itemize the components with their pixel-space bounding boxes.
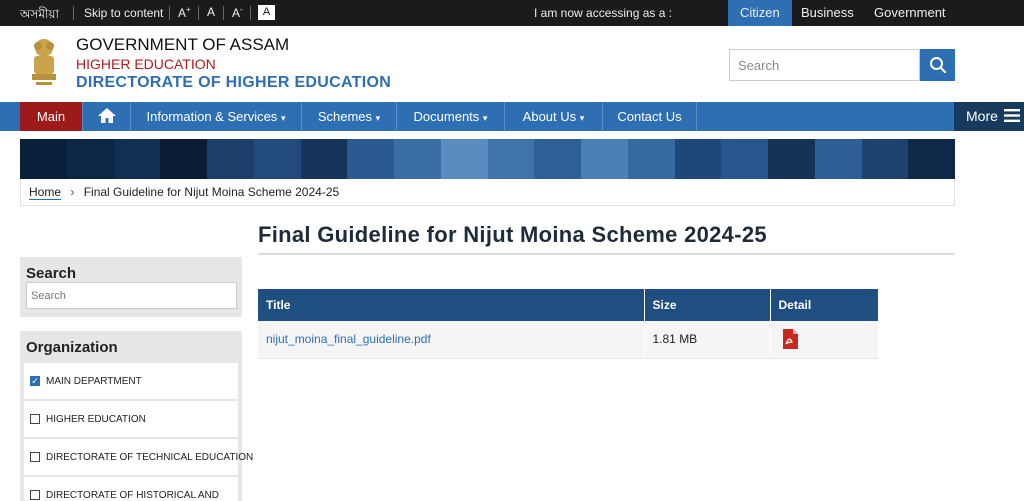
chevron-right-icon: › [70, 185, 75, 199]
checkbox[interactable] [30, 452, 40, 462]
state-emblem-icon[interactable] [24, 34, 64, 94]
divider [250, 6, 251, 20]
high-contrast-button[interactable]: A [258, 5, 275, 20]
nav-label: Schemes [317, 109, 373, 124]
hamburger-menu-icon [1003, 109, 1020, 122]
column-header-title: Title [258, 289, 645, 321]
divider [73, 6, 74, 20]
tab-business[interactable]: Business [789, 0, 866, 26]
organization-heading: Organization [26, 339, 118, 356]
home-icon [97, 108, 116, 123]
org-item-higher-education[interactable]: HIGHER EDUCATION [24, 401, 238, 437]
site-header: GOVERNMENT OF ASSAM HIGHER EDUCATION DIR… [0, 26, 1024, 102]
document-title-link[interactable]: nijut_moina_final_guideline.pdf [258, 321, 645, 359]
checkbox[interactable] [30, 490, 40, 500]
nav-home[interactable] [83, 102, 131, 131]
page-banner [20, 139, 955, 179]
nav-schemes[interactable]: Schemes ▾ [302, 102, 397, 131]
nav-more-button[interactable]: More [954, 102, 1024, 131]
nav-information-services[interactable]: Information & Services ▾ [131, 102, 302, 131]
tab-government[interactable]: Government [862, 0, 958, 26]
sidebar-search-heading: Search [26, 265, 77, 282]
top-utility-bar: অসমীয়া Skip to content A+ A A- A I am n… [0, 0, 1024, 26]
column-header-detail: Detail [770, 289, 879, 321]
table-header-row: Title Size Detail [258, 289, 879, 321]
page-title: Final Guideline for Nijut Moina Scheme 2… [258, 222, 767, 247]
title-divider [258, 253, 955, 255]
divider [223, 6, 224, 20]
org-item-label: HIGHER EDUCATION [46, 414, 146, 425]
table-row: nijut_moina_final_guideline.pdf 1.81 MB [258, 321, 879, 359]
font-increase-button[interactable]: A+ [178, 5, 191, 20]
caret-down-icon: ▾ [375, 113, 381, 123]
nav-main[interactable]: Main [20, 102, 83, 131]
font-decrease-button[interactable]: A- [232, 5, 243, 20]
caret-down-icon: ▾ [280, 113, 286, 123]
org-item-technical-education[interactable]: DIRECTORATE OF TECHNICAL EDUCATION [24, 439, 253, 475]
divider [198, 6, 199, 20]
tab-citizen[interactable]: Citizen [728, 0, 792, 26]
directorate-name: DIRECTORATE OF HIGHER EDUCATION [76, 74, 392, 91]
search-icon [929, 57, 946, 74]
caret-down-icon: ▾ [482, 113, 488, 123]
document-table: Title Size Detail nijut_moina_final_guid… [258, 289, 879, 359]
nav-contact-us[interactable]: Contact Us [603, 102, 697, 131]
main-navigation: Main Information & Services ▾ Schemes ▾ … [0, 102, 1024, 131]
nav-about-us[interactable]: About Us ▾ [505, 102, 603, 131]
organization-filter-panel: Organization ✓ MAIN DEPARTMENT HIGHER ED… [20, 331, 253, 501]
government-name: GOVERNMENT OF ASSAM [76, 35, 290, 54]
font-normal-button[interactable]: A [207, 5, 215, 19]
skip-to-content-link[interactable]: Skip to content [84, 6, 163, 20]
org-item-historical[interactable]: DIRECTORATE OF HISTORICAL AND [24, 477, 238, 501]
more-label: More [966, 108, 998, 124]
header-search-button[interactable] [920, 49, 955, 81]
document-size: 1.81 MB [644, 321, 771, 359]
org-item-label: MAIN DEPARTMENT [46, 376, 142, 387]
breadcrumb: Home › Final Guideline for Nijut Moina S… [20, 179, 955, 206]
nav-label: Documents [413, 109, 480, 124]
document-detail-cell [770, 321, 879, 359]
nav-label: Information & Services [146, 109, 278, 124]
pdf-icon[interactable] [782, 329, 798, 350]
sidebar-search-input[interactable] [26, 282, 237, 309]
nav-documents[interactable]: Documents ▾ [397, 102, 505, 131]
breadcrumb-current: Final Guideline for Nijut Moina Scheme 2… [83, 185, 340, 199]
org-item-label: DIRECTORATE OF TECHNICAL EDUCATION [46, 452, 254, 463]
nav-label: About Us [522, 109, 577, 124]
breadcrumb-home-link[interactable]: Home [29, 185, 62, 200]
language-link[interactable]: অসমীয়া [20, 6, 59, 26]
org-item-label: DIRECTORATE OF HISTORICAL AND [46, 490, 219, 501]
header-search-input[interactable] [729, 49, 920, 81]
divider [169, 6, 170, 20]
sidebar-search-panel: Search [20, 257, 242, 317]
column-header-size: Size [644, 289, 771, 321]
checkbox[interactable] [30, 414, 40, 424]
department-name: HIGHER EDUCATION [76, 56, 216, 72]
accessing-as-label: I am now accessing as a : [534, 6, 673, 20]
checkbox-checked[interactable]: ✓ [30, 376, 40, 386]
caret-down-icon: ▾ [579, 113, 585, 123]
org-item-main-department[interactable]: ✓ MAIN DEPARTMENT [24, 363, 238, 399]
